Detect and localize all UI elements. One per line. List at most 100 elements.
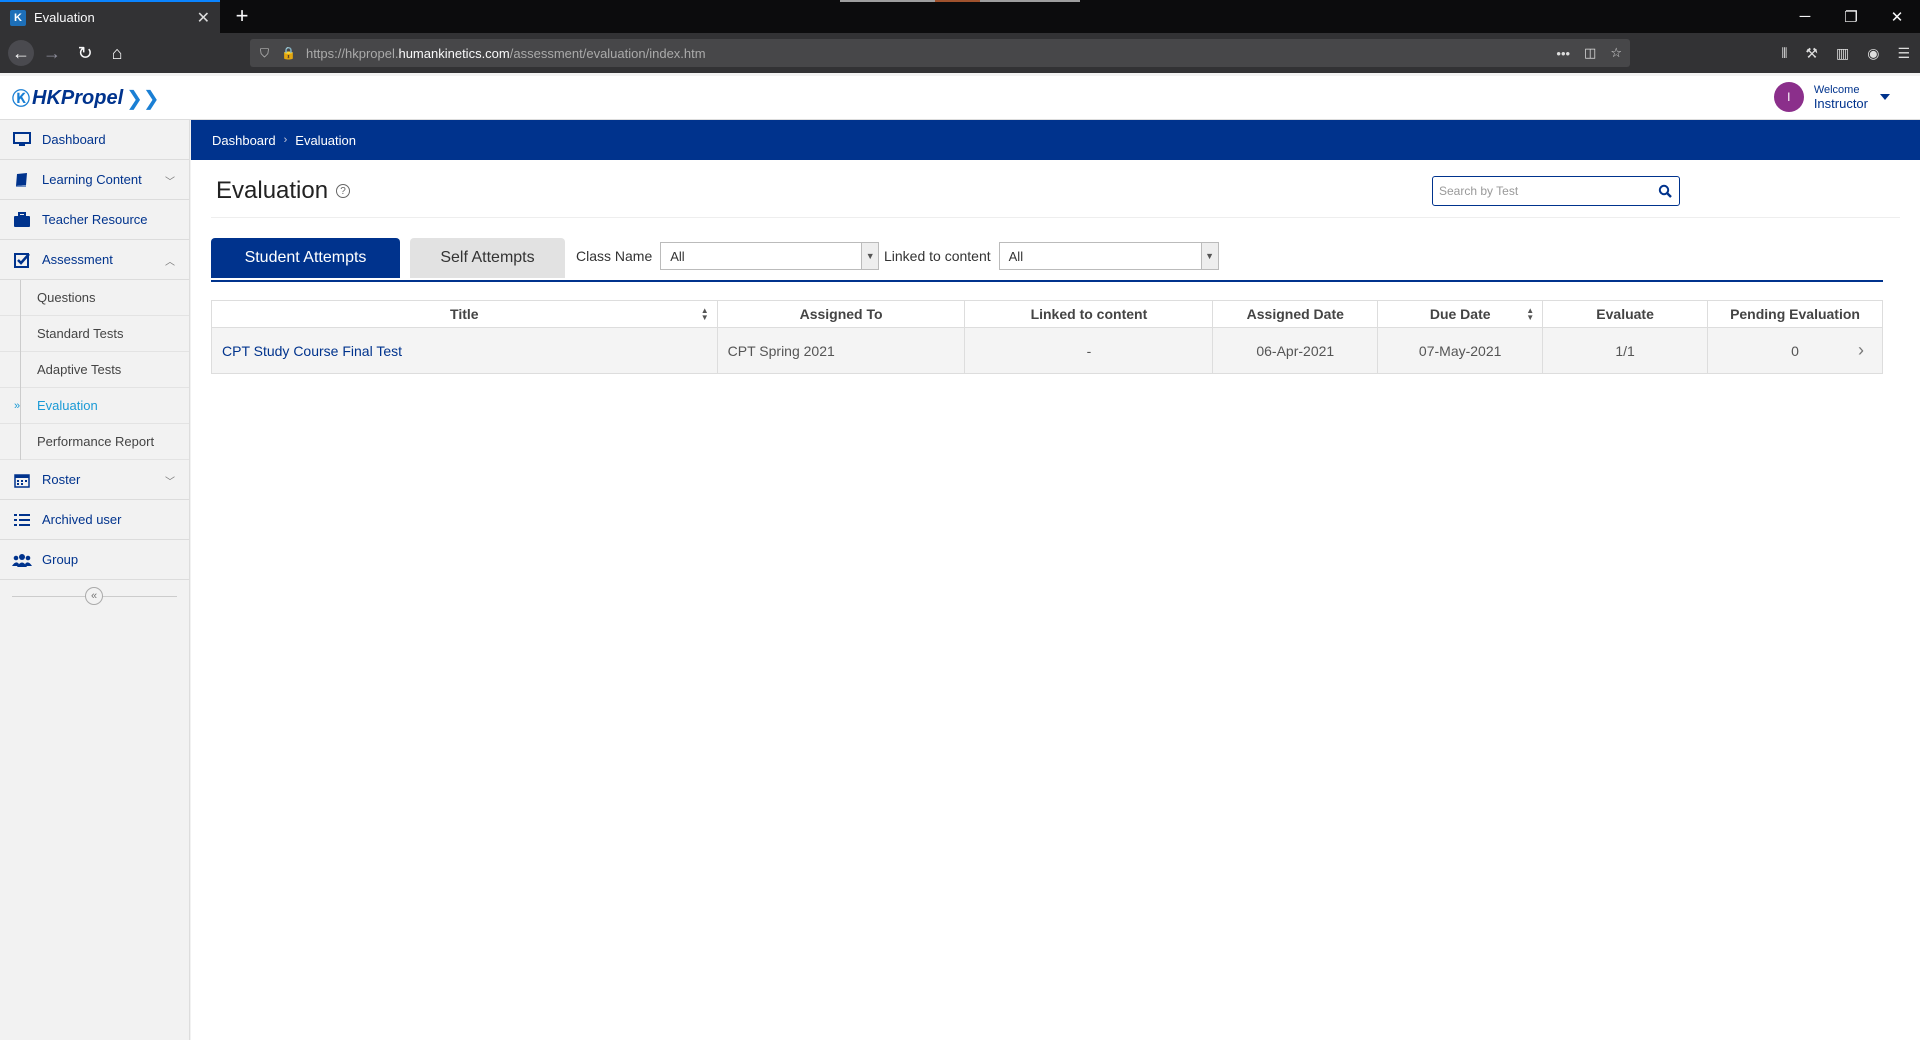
reload-icon[interactable]: ↻	[73, 41, 97, 65]
linked-content-cell: -	[964, 327, 1214, 374]
table-row[interactable]: CPT Study Course Final Test CPT Spring 2…	[211, 327, 1883, 374]
users-icon	[12, 551, 32, 569]
site-favicon-icon: K	[10, 9, 26, 26]
breadcrumb: Dashboard › Evaluation	[191, 120, 1920, 160]
url-text: https://hkpropel.humankinetics.com/asses…	[305, 45, 706, 61]
sidebar-item-archived-user[interactable]: Archived user	[0, 500, 189, 540]
browser-right-tools: ⫴ ⚒ ▥ ◉ ☰	[1782, 33, 1910, 73]
wrench-icon[interactable]: ⚒	[1805, 45, 1818, 62]
linked-content-select[interactable]: All ▼	[998, 242, 1219, 270]
more-actions-icon[interactable]: •••	[1556, 46, 1570, 61]
logo-text: HKPropel	[32, 86, 124, 109]
logo-mark-icon: Ⓚ	[12, 89, 30, 109]
active-marker-icon: »	[14, 399, 21, 412]
sort-icon[interactable]: ▲ ▼	[701, 307, 709, 322]
new-tab-button[interactable]: +	[230, 4, 254, 28]
due-date-cell: 07-May-2021	[1377, 327, 1544, 374]
sidebar-item-learning-content[interactable]: Learning Content ﹀	[0, 160, 189, 200]
bookmark-star-icon[interactable]: ☆	[1610, 45, 1622, 61]
column-header-assigned-date: Assigned Date	[1212, 300, 1379, 328]
close-tab-icon[interactable]: ✕	[197, 8, 210, 28]
search-input[interactable]	[1433, 177, 1651, 205]
main-content: Dashboard › Evaluation Evaluation ? Stud…	[191, 120, 1920, 1040]
pending-evaluation-cell[interactable]: 0 ›	[1707, 327, 1883, 374]
sidebar-toggle-icon[interactable]: ▥	[1836, 45, 1849, 62]
assigned-to-cell: CPT Spring 2021	[716, 327, 966, 374]
dropdown-arrow-icon[interactable]: ▼	[861, 243, 879, 269]
sidebar-item-teacher-resource[interactable]: Teacher Resource	[0, 200, 189, 240]
restore-icon[interactable]: ❐	[1828, 0, 1874, 33]
hkpropel-logo[interactable]: Ⓚ HKPropel ❯❯	[12, 85, 160, 111]
close-window-icon[interactable]: ✕	[1874, 0, 1920, 33]
linked-content-value: All	[1008, 248, 1024, 264]
dropdown-arrow-icon[interactable]: ▼	[1200, 243, 1218, 269]
column-header-pending: Pending Evaluation	[1707, 300, 1883, 328]
lock-icon[interactable]: 🔒	[281, 46, 296, 60]
user-menu[interactable]: I Welcome Instructor	[1773, 82, 1890, 112]
sidebar-subitem-evaluation[interactable]: » Evaluation	[0, 388, 189, 424]
back-arrow-icon[interactable]: ←	[8, 40, 34, 66]
chevron-down-icon[interactable]: ﹀	[165, 173, 175, 188]
book-icon	[12, 171, 32, 189]
library-icon[interactable]: ⫴	[1782, 45, 1788, 62]
sidebar-subitem-performance-report[interactable]: Performance Report	[0, 424, 189, 460]
sidebar-subitem-label: Adaptive Tests	[37, 362, 122, 377]
chevron-right-icon[interactable]: ›	[1858, 340, 1864, 361]
tracking-shield-icon[interactable]: ⛉	[260, 46, 269, 61]
welcome-block: Welcome Instructor	[1814, 83, 1868, 111]
minimize-icon[interactable]: ─	[1782, 0, 1828, 33]
class-name-select[interactable]: All ▼	[660, 242, 880, 270]
sidebar-subitem-adaptive-tests[interactable]: Adaptive Tests	[0, 352, 189, 388]
sort-icon[interactable]: ▲ ▼	[1526, 307, 1534, 322]
breadcrumb-dashboard-link[interactable]: Dashboard	[212, 133, 276, 148]
chevron-up-icon[interactable]: ︿	[165, 253, 175, 268]
welcome-label: Welcome	[1813, 84, 1860, 96]
page-title: Evaluation ?	[216, 177, 351, 205]
sidebar-collapse-row: «	[0, 580, 189, 612]
table-header-row: Title ▲ ▼ Assigned To Linked to content As…	[211, 300, 1883, 328]
sidebar-subitem-standard-tests[interactable]: Standard Tests	[0, 316, 189, 352]
sidebar-item-label: Roster	[42, 472, 81, 487]
browser-tab[interactable]: K Evaluation ✕	[0, 0, 220, 33]
user-menu-caret-icon[interactable]	[1880, 94, 1890, 100]
forward-arrow-icon[interactable]: →	[40, 41, 64, 65]
class-name-value: All	[670, 248, 685, 264]
calendar-icon	[12, 471, 32, 489]
test-title-link[interactable]: CPT Study Course Final Test	[211, 327, 718, 374]
avatar[interactable]: I	[1773, 82, 1804, 112]
sidebar-item-roster[interactable]: Roster ﹀	[0, 460, 189, 500]
sidebar-item-label: Dashboard	[42, 132, 106, 147]
url-actions: ••• ◫ ☆	[1556, 39, 1622, 67]
sidebar-item-label: Group	[42, 552, 79, 567]
browser-toolbar: ← → ↻ ⌂ ⛉ 🔒 https://hkpropel.humankineti…	[0, 33, 1920, 73]
sidebar-item-group[interactable]: Group	[0, 540, 189, 580]
breadcrumb-current: Evaluation	[295, 132, 356, 148]
attempts-tabs: Student Attempts Self Attempts Class Nam…	[211, 238, 1883, 282]
sidebar-subitem-questions[interactable]: Questions	[0, 280, 189, 316]
column-header-title[interactable]: Title ▲ ▼	[211, 300, 718, 328]
tab-loading-indicator	[840, 0, 1080, 2]
linked-content-filter: Linked to content All ▼	[884, 242, 1219, 270]
logo-chevrons-icon: ❯❯	[126, 87, 160, 110]
search-icon[interactable]	[1651, 177, 1679, 205]
evaluation-table: Title ▲ ▼ Assigned To Linked to content As…	[211, 300, 1883, 374]
breadcrumb-separator-icon: ›	[283, 134, 288, 146]
sidebar-item-label: Archived user	[42, 512, 122, 527]
address-bar[interactable]: ⛉ 🔒 https://hkpropel.humankinetics.com/a…	[250, 39, 1630, 67]
collapse-sidebar-icon[interactable]: «	[85, 587, 103, 605]
evaluate-cell[interactable]: 1/1	[1542, 327, 1709, 374]
help-icon[interactable]: ?	[336, 184, 351, 198]
column-header-due-date[interactable]: Due Date ▲ ▼	[1377, 300, 1544, 328]
sidebar: Dashboard Learning Content ﹀ Teacher Res…	[0, 120, 190, 1040]
tab-self-attempts[interactable]: Self Attempts	[410, 238, 565, 278]
pocket-icon[interactable]: ◫	[1584, 45, 1596, 61]
sidebar-item-dashboard[interactable]: Dashboard	[0, 120, 189, 160]
page-title-text: Evaluation	[216, 177, 329, 204]
sidebar-item-assessment[interactable]: Assessment ︿	[0, 240, 189, 280]
home-icon[interactable]: ⌂	[105, 41, 129, 65]
chevron-down-icon[interactable]: ﹀	[165, 473, 175, 488]
account-icon[interactable]: ◉	[1867, 45, 1879, 62]
monitor-icon	[12, 131, 32, 149]
tab-student-attempts[interactable]: Student Attempts	[211, 238, 400, 278]
hamburger-menu-icon[interactable]: ☰	[1897, 45, 1910, 62]
